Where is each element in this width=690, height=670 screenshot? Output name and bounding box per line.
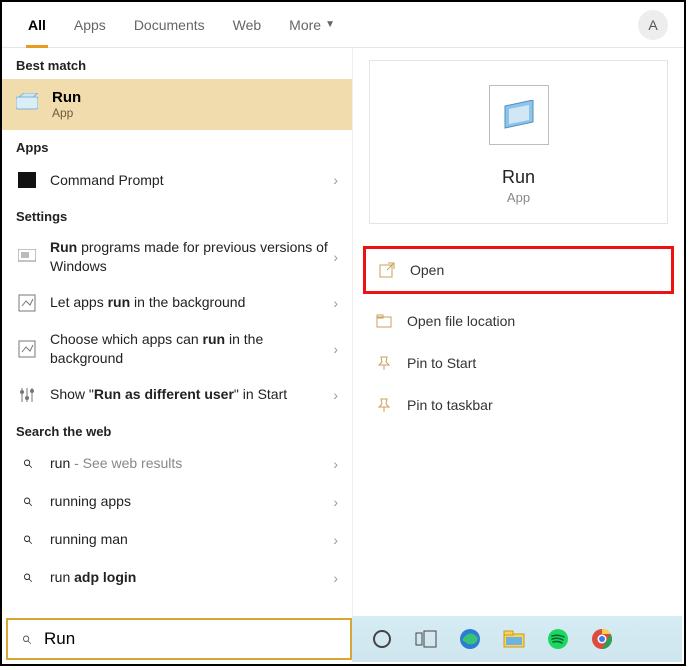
file-explorer-icon[interactable] <box>502 627 526 651</box>
action-label: Pin to Start <box>407 355 476 371</box>
action-open[interactable]: Open <box>363 246 674 294</box>
chevron-right-icon: › <box>333 494 338 510</box>
cmd-icon <box>16 169 38 191</box>
tab-label: Web <box>233 17 262 33</box>
setting-run-as-different-user[interactable]: Show "Run as different user" in Start › <box>2 376 352 414</box>
spotify-icon[interactable] <box>546 627 570 651</box>
action-pin-start[interactable]: Pin to Start <box>363 342 674 384</box>
run-app-icon <box>16 93 40 117</box>
tab-more[interactable]: More ▼ <box>275 2 349 47</box>
action-pin-taskbar[interactable]: Pin to taskbar <box>363 384 674 426</box>
action-label: Open <box>410 262 444 278</box>
setting-bg-apps[interactable]: Let apps run in the background › <box>2 284 352 322</box>
setting-text: Let apps run in the background <box>50 293 333 312</box>
web-text: run adp login <box>50 568 333 587</box>
setting-text: Choose which apps can run in the backgro… <box>50 330 333 368</box>
best-match-row[interactable]: Run App <box>2 79 352 130</box>
tab-label: All <box>28 17 46 33</box>
tab-label: Documents <box>134 17 205 33</box>
results-panel: Best match Run App Apps Command Prompt ›… <box>2 48 352 618</box>
search-box[interactable] <box>6 618 352 660</box>
section-web: Search the web <box>2 414 352 445</box>
pin-icon <box>373 394 395 416</box>
app-icon <box>16 338 38 360</box>
search-icon <box>16 491 38 513</box>
chrome-icon[interactable] <box>590 627 614 651</box>
tabs-bar: All Apps Documents Web More ▼ A <box>2 2 684 48</box>
tab-label: Apps <box>74 17 106 33</box>
app-name: Command Prompt <box>50 171 333 190</box>
setting-compat[interactable]: Run programs made for previous versions … <box>2 230 352 284</box>
chevron-down-icon: ▼ <box>325 19 335 30</box>
web-result[interactable]: running man › <box>2 521 352 559</box>
cortana-icon[interactable] <box>370 627 394 651</box>
compat-icon <box>16 246 38 268</box>
taskbar <box>352 616 682 662</box>
setting-text: Run programs made for previous versions … <box>50 238 333 276</box>
chevron-right-icon: › <box>333 295 338 311</box>
section-best-match: Best match <box>2 48 352 79</box>
chevron-right-icon: › <box>333 387 338 403</box>
action-label: Pin to taskbar <box>407 397 493 413</box>
search-icon <box>16 529 38 551</box>
details-actions: Open Open file location Pin to Start Pin… <box>353 246 684 426</box>
edge-icon[interactable] <box>458 627 482 651</box>
search-icon <box>16 567 38 589</box>
search-input[interactable] <box>44 629 350 649</box>
setting-choose-bg-apps[interactable]: Choose which apps can run in the backgro… <box>2 322 352 376</box>
details-sub: App <box>370 190 667 205</box>
open-icon <box>376 259 398 281</box>
chevron-right-icon: › <box>333 532 338 548</box>
tab-label: More <box>289 17 321 33</box>
web-result[interactable]: run - See web results › <box>2 445 352 483</box>
pin-icon <box>373 352 395 374</box>
tab-apps[interactable]: Apps <box>60 2 120 47</box>
task-view-icon[interactable] <box>414 627 438 651</box>
search-icon <box>8 629 44 650</box>
web-result[interactable]: running apps › <box>2 483 352 521</box>
tab-web[interactable]: Web <box>219 2 276 47</box>
web-text: running man <box>50 530 333 549</box>
chevron-right-icon: › <box>333 570 338 586</box>
best-match-title: Run <box>52 89 81 106</box>
chevron-right-icon: › <box>333 172 338 188</box>
tab-all[interactable]: All <box>14 2 60 47</box>
details-panel: Run App Open Open file location Pin to S… <box>352 48 684 618</box>
web-text: running apps <box>50 492 333 511</box>
bottom-bar <box>4 616 682 662</box>
chevron-right-icon: › <box>333 249 338 265</box>
web-text: run - See web results <box>50 454 333 473</box>
search-icon <box>16 453 38 475</box>
tab-documents[interactable]: Documents <box>120 2 219 47</box>
app-icon <box>16 292 38 314</box>
section-apps: Apps <box>2 130 352 161</box>
app-command-prompt[interactable]: Command Prompt › <box>2 161 352 199</box>
user-avatar[interactable]: A <box>638 10 668 40</box>
chevron-right-icon: › <box>333 341 338 357</box>
run-large-icon <box>489 85 549 145</box>
best-match-sub: App <box>52 106 81 120</box>
details-title: Run <box>370 167 667 188</box>
web-result[interactable]: run adp login › <box>2 559 352 597</box>
action-label: Open file location <box>407 313 515 329</box>
section-settings: Settings <box>2 199 352 230</box>
chevron-right-icon: › <box>333 456 338 472</box>
setting-text: Show "Run as different user" in Start <box>50 385 333 404</box>
details-card: Run App <box>369 60 668 224</box>
folder-icon <box>373 310 395 332</box>
action-open-file-location[interactable]: Open file location <box>363 300 674 342</box>
avatar-initial: A <box>648 17 657 33</box>
sliders-icon <box>16 384 38 406</box>
